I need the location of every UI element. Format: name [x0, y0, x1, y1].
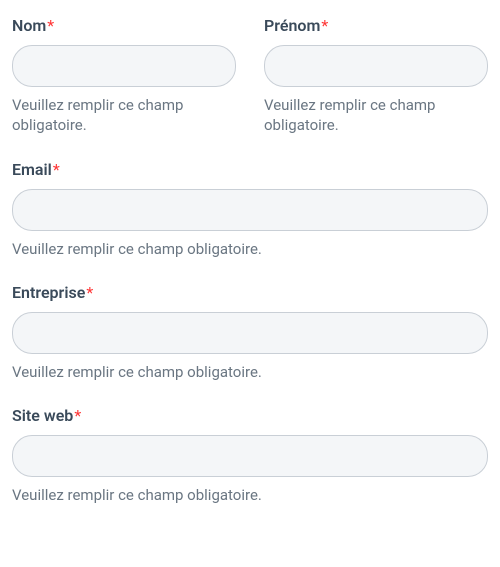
input-nom[interactable]	[12, 45, 236, 87]
field-group-siteweb: Site web* Veuillez remplir ce champ obli…	[12, 406, 488, 505]
error-entreprise: Veuillez remplir ce champ obligatoire.	[12, 362, 488, 382]
input-entreprise[interactable]	[12, 312, 488, 354]
field-group-nom: Nom* Veuillez remplir ce champ obligatoi…	[12, 16, 236, 136]
label-siteweb: Site web*	[12, 406, 488, 425]
error-email: Veuillez remplir ce champ obligatoire.	[12, 239, 488, 259]
label-prenom-text: Prénom	[264, 16, 320, 35]
error-siteweb: Veuillez remplir ce champ obligatoire.	[12, 485, 488, 505]
required-mark: *	[74, 406, 81, 425]
required-mark: *	[53, 160, 60, 179]
input-siteweb[interactable]	[12, 435, 488, 477]
required-mark: *	[86, 283, 93, 302]
input-prenom[interactable]	[264, 45, 488, 87]
label-nom: Nom*	[12, 16, 236, 35]
label-email: Email*	[12, 160, 488, 179]
label-siteweb-text: Site web	[12, 406, 73, 425]
label-entreprise-text: Entreprise	[12, 283, 85, 302]
label-prenom: Prénom*	[264, 16, 488, 35]
required-mark: *	[47, 16, 54, 35]
required-mark: *	[321, 16, 328, 35]
field-group-prenom: Prénom* Veuillez remplir ce champ obliga…	[264, 16, 488, 136]
field-group-entreprise: Entreprise* Veuillez remplir ce champ ob…	[12, 283, 488, 382]
input-email[interactable]	[12, 189, 488, 231]
label-nom-text: Nom	[12, 16, 46, 35]
field-group-email: Email* Veuillez remplir ce champ obligat…	[12, 160, 488, 259]
error-nom: Veuillez remplir ce champ obligatoire.	[12, 95, 236, 136]
label-email-text: Email	[12, 160, 52, 179]
label-entreprise: Entreprise*	[12, 283, 488, 302]
error-prenom: Veuillez remplir ce champ obligatoire.	[264, 95, 488, 136]
